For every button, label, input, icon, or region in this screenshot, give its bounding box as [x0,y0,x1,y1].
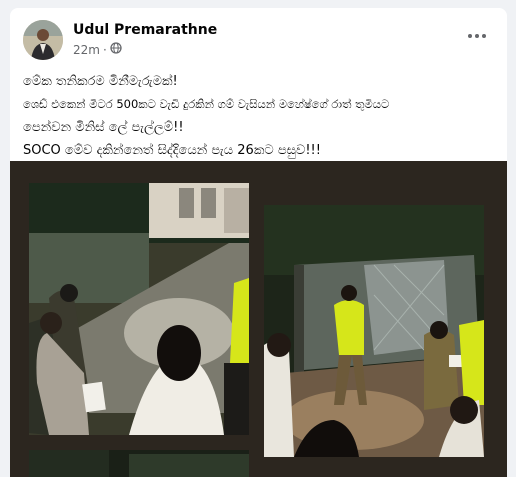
author-name[interactable]: Udul Premarathne [73,22,217,38]
post-line: SOCO මේව දකින්නෙත් සිද්දියෙන් පැය 26කට ප… [23,143,321,158]
photo-crime-scene-path[interactable] [29,183,249,435]
photo-police-at-gate[interactable] [264,205,484,457]
post-card: Udul Premarathne 22m · මේක තනිකරම මිනීමැ… [10,8,507,477]
post-line: ශෙඩ් එකෙන් මීටර 500කට වැඩි දුරකින් ගම් ව… [23,97,390,111]
post-time[interactable]: 22m [73,43,100,57]
photo-grid [10,161,507,477]
more-options-icon [468,34,472,38]
photo-bottom-right[interactable] [264,472,484,477]
photo-bottom-left[interactable] [29,450,249,477]
post-meta: 22m · [73,42,122,57]
avatar[interactable] [23,20,63,60]
post-text: මේක තනිකරම මිනීමැරුමක්! ශෙඩ් එකෙන් මීටර … [23,70,493,162]
post-line: මේක තනිකරම මිනීමැරුමක්! [23,74,178,89]
post-header: Udul Premarathne 22m · [10,8,507,64]
separator-dot: · [102,42,107,57]
more-options-button[interactable] [463,26,491,46]
post-line: පෙන්වන මිනිස් ලේ පැල්ලම්!! [23,120,184,135]
globe-icon [110,42,122,57]
